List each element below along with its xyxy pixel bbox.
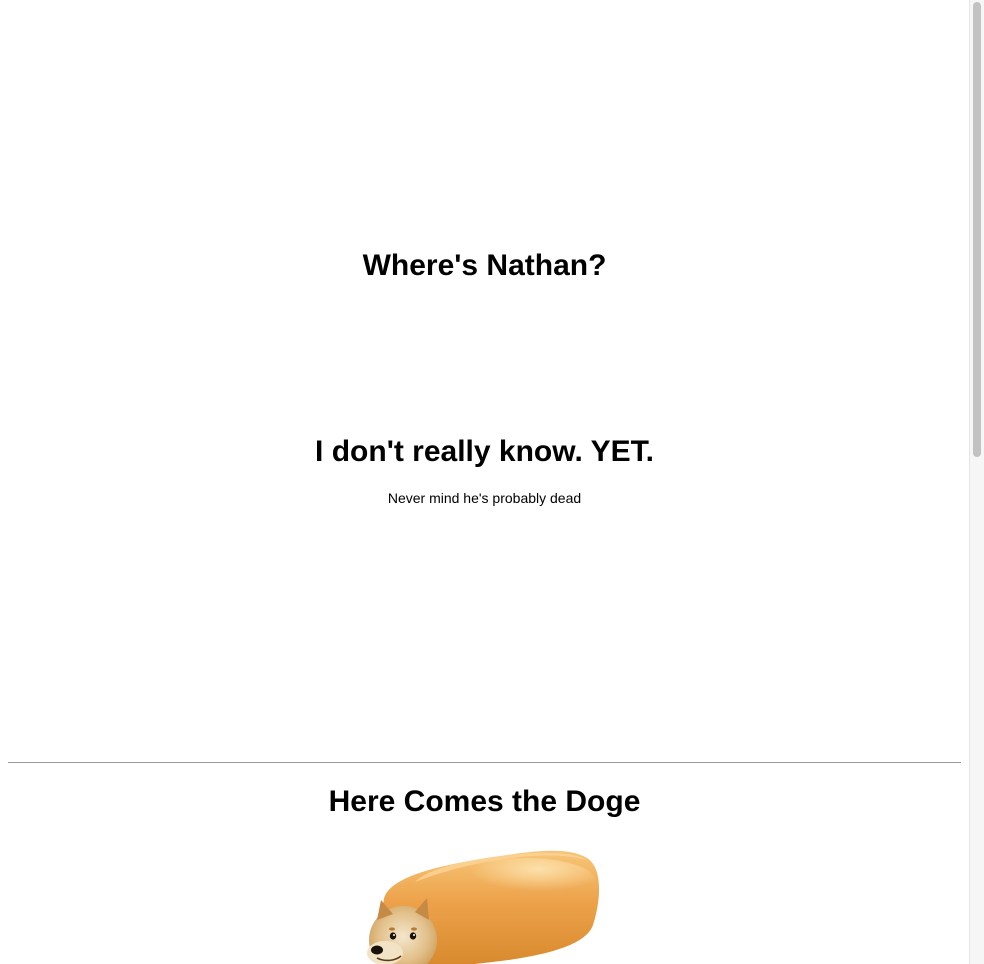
heading-dont-know-yet: I don't really know. YET. xyxy=(315,435,654,468)
heading-where-is-nathan: Where's Nathan? xyxy=(362,249,607,282)
section-divider xyxy=(8,762,961,763)
doge-twinkie-image xyxy=(355,840,615,964)
vertical-scrollbar[interactable] xyxy=(969,0,984,964)
content-area: Where's Nathan? I don't really know. YET… xyxy=(0,0,969,964)
page: Where's Nathan? I don't really know. YET… xyxy=(0,0,984,964)
subtext-probably-dead: Never mind he's probably dead xyxy=(387,490,582,506)
scrollbar-thumb[interactable] xyxy=(973,2,981,457)
heading-here-comes-the-doge: Here Comes the Doge xyxy=(328,785,641,818)
